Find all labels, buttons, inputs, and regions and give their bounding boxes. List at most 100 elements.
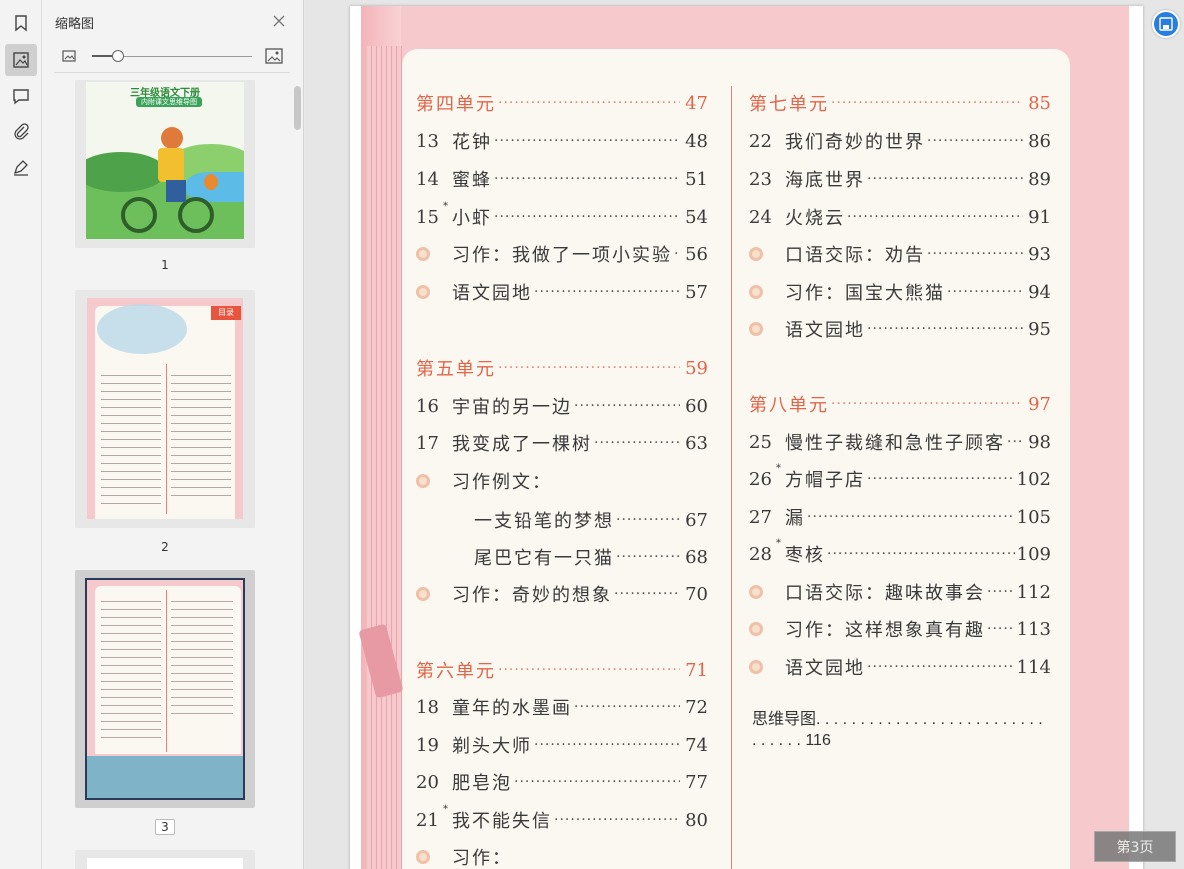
- toc-entry[interactable]: 13 花钟 48: [416, 126, 708, 156]
- dot-leader: [498, 95, 680, 111]
- dot-leader: [927, 246, 1023, 262]
- thumbnail-image: [85, 578, 245, 800]
- toc-entry[interactable]: 习作：奇妙的想象 70: [416, 579, 708, 609]
- lesson-number: 13: [416, 130, 439, 152]
- dot-leader: [867, 659, 1015, 675]
- toc-entry[interactable]: 28*枣核 109: [749, 537, 1051, 569]
- page-number: 48: [685, 130, 708, 152]
- mindmap-entry[interactable]: 思维导图. . . . . . . . . . . . . . . . . . …: [752, 709, 1112, 751]
- toc-entry[interactable]: 语文园地 114: [749, 652, 1051, 682]
- thumbnail-page-2[interactable]: 目录 2: [75, 290, 255, 554]
- dot-leader: [987, 621, 1015, 637]
- unit-title: 第七单元: [749, 94, 829, 115]
- entry-title: 我不能失信: [452, 811, 552, 832]
- circle-bullet-icon: [416, 850, 430, 864]
- toc-entry[interactable]: 21*我不能失信 80: [416, 803, 708, 835]
- toc-entry[interactable]: 27 漏 105: [749, 502, 1051, 532]
- toc-entry[interactable]: 一支铅笔的梦想 67: [416, 505, 708, 535]
- bookmark-button[interactable]: [5, 7, 37, 39]
- lesson-number: 21 *: [416, 803, 448, 831]
- thumbnail-page-4[interactable]: [75, 850, 255, 869]
- dot-leader: [867, 471, 1015, 487]
- toc-entry[interactable]: 习作：我做了一项小实验 56: [416, 239, 708, 269]
- toc-entry[interactable]: 24 火烧云 91: [749, 202, 1051, 232]
- zoom-in-image-icon[interactable]: [265, 47, 283, 65]
- thumbnail-button[interactable]: [5, 44, 37, 76]
- contents-tag: 目录: [211, 306, 241, 320]
- dot-leader: [616, 512, 680, 528]
- toc-entry[interactable]: 尾巴它有一只猫 68: [416, 542, 708, 572]
- toc-entry[interactable]: 第六单元 71: [416, 655, 708, 685]
- dot-leader: [616, 549, 680, 565]
- page-number: 89: [1028, 168, 1051, 190]
- dot-leader: [534, 737, 680, 753]
- document-view[interactable]: 第四单元 47 13 花钟 48 14 蜜蜂 51 15*小虾 54 习作：我做了一项小实验 56 语文…: [305, 0, 1184, 869]
- toc-entry[interactable]: 第五单元 59: [416, 353, 708, 383]
- circle-bullet-icon: [416, 587, 430, 601]
- lesson-number: 23: [749, 168, 772, 190]
- toc-entry[interactable]: 习作例文：: [416, 466, 708, 496]
- entry-title: 火烧云: [785, 208, 845, 229]
- dot-leader: [574, 398, 680, 414]
- toc-entry[interactable]: 口语交际：趣味故事会 112: [749, 577, 1051, 607]
- lesson-number: 28 *: [749, 537, 781, 565]
- thumbnail-page-1[interactable]: 三年级语文下册 内附课文思维导图 1: [75, 80, 255, 272]
- page-number: 98: [1028, 431, 1051, 453]
- toc-entry[interactable]: 第八单元 97: [749, 389, 1051, 419]
- dot-leader: [514, 774, 680, 790]
- panel-scrollbar[interactable]: [294, 86, 301, 130]
- toc-entry[interactable]: 23 海底世界 89: [749, 164, 1051, 194]
- toc-entry[interactable]: 第四单元 47: [416, 88, 708, 118]
- toc-entry[interactable]: 16 宇宙的另一边 60: [416, 391, 708, 421]
- toc-entry[interactable]: 26*方帽子店 102: [749, 463, 1051, 494]
- page-number: 56: [685, 243, 708, 265]
- page-number: 80: [685, 809, 708, 831]
- toc-entry[interactable]: 25 慢性子裁缝和急性子顾客 98: [749, 427, 1051, 457]
- signature-button[interactable]: [5, 151, 37, 183]
- circle-bullet-icon: [416, 285, 430, 299]
- entry-title: 童年的水墨画: [452, 698, 572, 719]
- toc-entry[interactable]: 18 童年的水墨画 72: [416, 692, 708, 722]
- entry-title: 习作：国宝大熊猫: [785, 283, 945, 304]
- page-number: 47: [685, 92, 708, 114]
- toc-entry[interactable]: 习作：这样想象真有趣 113: [749, 614, 1051, 644]
- zoom-out-image-icon[interactable]: [62, 49, 76, 63]
- toc-entry[interactable]: 14 蜜蜂 51: [416, 164, 708, 194]
- toc-entry[interactable]: 17 我变成了一棵树 63: [416, 428, 708, 458]
- float-tool-button[interactable]: [1152, 10, 1180, 38]
- toc-entry[interactable]: 19 剃头大师 74: [416, 730, 708, 760]
- lesson-number: 16: [416, 395, 439, 417]
- close-icon[interactable]: [270, 12, 288, 30]
- dot-leader: [554, 812, 680, 828]
- comment-icon: [13, 89, 29, 105]
- toc-entry[interactable]: 语文园地 95: [749, 314, 1051, 344]
- toc-entry[interactable]: 20 肥皂泡 77: [416, 767, 708, 797]
- entry-title: 方帽子店: [785, 470, 865, 491]
- comment-button[interactable]: [5, 80, 37, 112]
- lesson-number: 22: [749, 130, 772, 152]
- thumbnail-icon: [13, 52, 29, 68]
- dot-leader: [494, 171, 680, 187]
- toc-entry[interactable]: 15*小虾 54: [416, 200, 708, 232]
- toc-entry[interactable]: 语文园地 57: [416, 277, 708, 307]
- thumbnail-page-3[interactable]: 3: [75, 570, 255, 835]
- thumbnail-image: 三年级语文下册 内附课文思维导图: [86, 82, 244, 239]
- page-number: 86: [1028, 130, 1051, 152]
- entry-title: 肥皂泡: [452, 773, 512, 794]
- zoom-slider-knob[interactable]: [112, 50, 124, 62]
- toc-entry[interactable]: 习作：: [416, 842, 708, 869]
- page-number: 109: [1016, 543, 1051, 565]
- toc-entry[interactable]: 22 我们奇妙的世界 86: [749, 126, 1051, 156]
- circle-bullet-icon: [749, 660, 763, 674]
- mindmap-line-1: 思维导图. . . . . . . . . . . . . . . . . . …: [752, 711, 1043, 728]
- toc-entry[interactable]: 口语交际：劝告 93: [749, 239, 1051, 269]
- page-number: 57: [685, 281, 708, 303]
- lesson-number: 20: [416, 771, 439, 793]
- page-number: 51: [685, 168, 708, 190]
- toc-entry[interactable]: 习作：国宝大熊猫 94: [749, 277, 1051, 307]
- attachment-button[interactable]: [5, 115, 37, 147]
- lesson-number: 15 *: [416, 200, 448, 228]
- page-number: 95: [1028, 318, 1051, 340]
- entry-title: 习作：: [452, 848, 512, 869]
- toc-entry[interactable]: 第七单元 85: [749, 88, 1051, 118]
